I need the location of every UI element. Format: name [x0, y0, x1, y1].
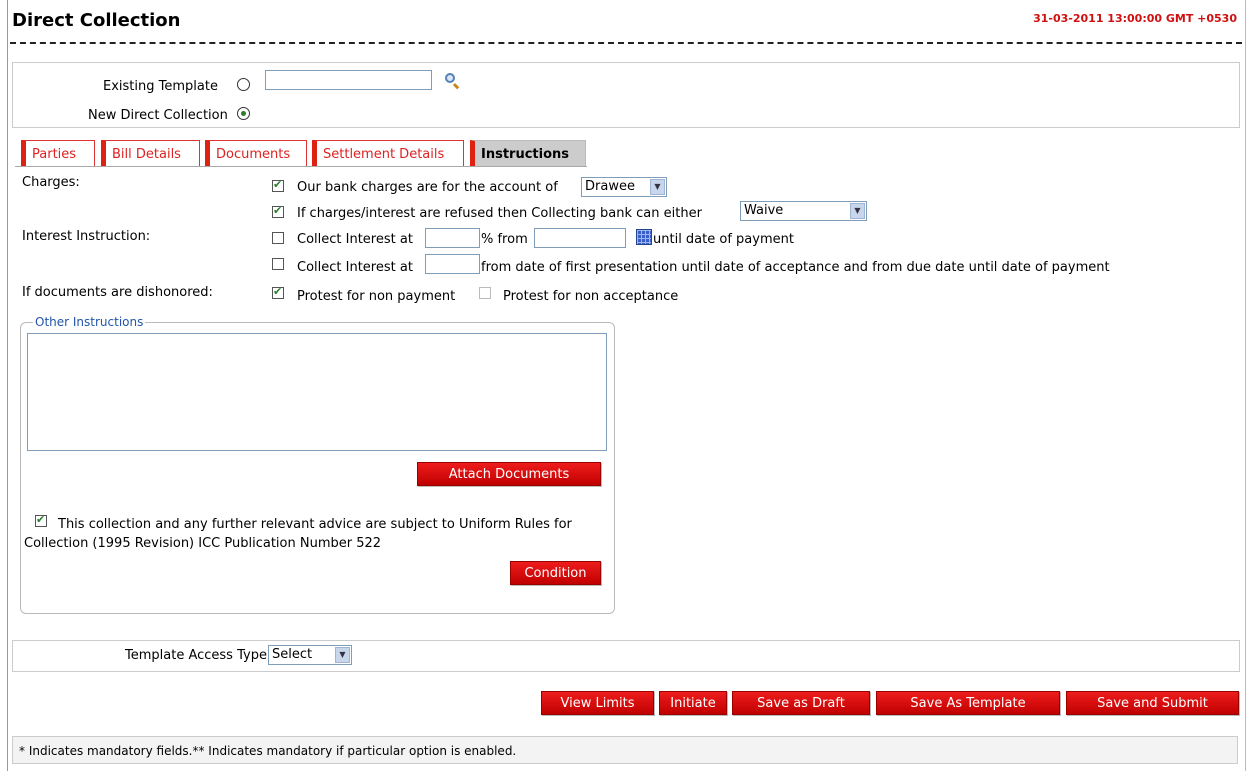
interest-instruction-label: Interest Instruction: [22, 229, 151, 244]
interest-rate-1-input[interactable] [425, 228, 480, 248]
collect-interest-2-text: Collect Interest at [297, 260, 413, 275]
dishonored-label: If documents are dishonored: [22, 285, 213, 300]
datetime-stamp: 31-03-2011 13:00:00 GMT +0530 [1033, 12, 1237, 25]
new-direct-collection-radio[interactable] [237, 107, 250, 120]
bank-charges-select[interactable]: Drawee ▼ [581, 177, 667, 197]
existing-template-radio[interactable] [237, 78, 250, 91]
interest-rate-2-input[interactable] [425, 254, 480, 274]
protest-non-payment-text: Protest for non payment [297, 289, 456, 304]
refused-charges-checkbox[interactable] [272, 204, 284, 218]
bank-charges-select-value: Drawee [585, 179, 635, 194]
save-template-button[interactable]: Save As Template [876, 691, 1060, 715]
refused-charges-select[interactable]: Waive ▼ [740, 201, 867, 221]
calendar-icon[interactable] [636, 229, 652, 245]
bank-charges-checkbox[interactable] [272, 178, 284, 192]
tab-instructions[interactable]: Instructions [470, 140, 586, 166]
page-title: Direct Collection [12, 10, 181, 31]
title-divider [10, 42, 1242, 44]
urc-text: This collection and any further relevant… [24, 517, 572, 551]
chevron-down-icon: ▼ [850, 203, 865, 219]
save-submit-button[interactable]: Save and Submit [1066, 691, 1239, 715]
initiate-button[interactable]: Initiate [659, 691, 727, 715]
template-access-label: Template Access Type: [125, 648, 272, 663]
other-instructions-textarea[interactable] [27, 333, 607, 451]
attach-documents-button[interactable]: Attach Documents [417, 462, 601, 486]
search-icon[interactable] [445, 73, 455, 83]
tab-settlement-details[interactable]: Settlement Details [312, 140, 464, 166]
collect-interest-1-checkbox[interactable] [272, 232, 284, 244]
protest-non-acceptance-text: Protest for non acceptance [503, 289, 679, 304]
collect-interest-2-checkbox[interactable] [272, 258, 284, 270]
refused-charges-select-value: Waive [744, 203, 784, 218]
tab-parties[interactable]: Parties [21, 140, 95, 166]
charges-label: Charges: [22, 175, 80, 190]
refused-charges-text: If charges/interest are refused then Col… [297, 206, 702, 221]
mandatory-note: * Indicates mandatory fields.** Indicate… [12, 736, 1238, 764]
chevron-down-icon: ▼ [650, 179, 665, 195]
interest-from-date-input[interactable] [534, 228, 626, 248]
view-limits-button[interactable]: View Limits [541, 691, 654, 715]
first-presentation-text: from date of first presentation until da… [481, 260, 1110, 275]
new-direct-collection-label: New Direct Collection [88, 108, 228, 123]
until-payment-text: until date of payment [653, 232, 794, 247]
protest-non-acceptance-checkbox[interactable] [479, 287, 491, 299]
tab-bill-details[interactable]: Bill Details [101, 140, 200, 166]
existing-template-label: Existing Template [103, 79, 218, 94]
other-instructions-legend: Other Instructions [33, 315, 146, 329]
save-draft-button[interactable]: Save as Draft [732, 691, 870, 715]
percent-from-text: % from [481, 232, 528, 247]
template-access-select-value: Select [272, 647, 313, 662]
tab-underline [15, 166, 587, 167]
collect-interest-1-text: Collect Interest at [297, 232, 413, 247]
template-access-select[interactable]: Select ▼ [268, 645, 352, 665]
condition-button[interactable]: Condition [510, 561, 601, 585]
existing-template-input[interactable] [265, 70, 432, 90]
bank-charges-text: Our bank charges are for the account of [297, 180, 558, 195]
protest-non-payment-checkbox[interactable] [272, 285, 284, 299]
tab-documents[interactable]: Documents [205, 140, 307, 166]
chevron-down-icon: ▼ [335, 647, 350, 663]
